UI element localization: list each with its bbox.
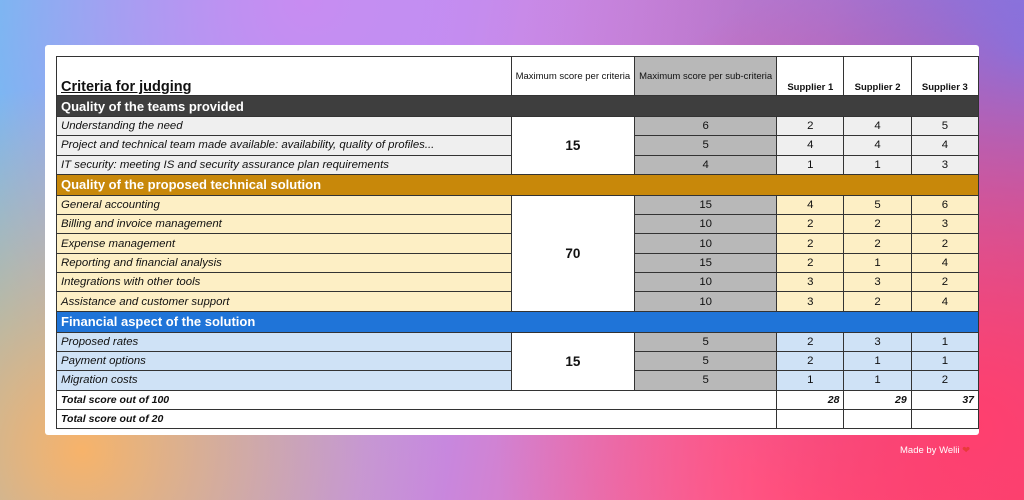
supplier3-total-20 (910, 408, 980, 430)
supplier3-score: 2 (910, 272, 980, 293)
supplier3-score: 3 (910, 214, 980, 235)
supplier2-score: 1 (843, 252, 912, 274)
supplier2-header: Supplier 2 (843, 56, 912, 96)
section-title: Quality of the proposed technical soluti… (56, 173, 979, 196)
supplier1-score: 1 (776, 154, 845, 175)
made-by-credit: Made by Welii ❤ (900, 445, 970, 456)
supplier2-score: 2 (843, 233, 912, 254)
supplier3-score: 4 (910, 135, 980, 156)
supplier3-total: 37 (910, 389, 980, 410)
supplier2-score: 4 (843, 135, 912, 156)
max-sub-value: 4 (634, 154, 778, 175)
max-criteria-header: Maximum score per criteria (510, 56, 636, 96)
supplier2-score: 4 (843, 115, 912, 137)
credit-text: Made by Welii (900, 445, 960, 456)
max-sub-value: 15 (634, 252, 778, 274)
criterion-label: Billing and invoice management (56, 214, 512, 235)
supplier2-score: 1 (843, 350, 912, 372)
supplier1-total-20 (776, 408, 845, 430)
supplier1-score: 3 (776, 291, 845, 312)
supplier3-score: 5 (910, 115, 980, 137)
supplier2-score: 3 (843, 331, 912, 352)
supplier3-header: Supplier 3 (910, 56, 980, 96)
supplier2-total: 29 (843, 389, 912, 410)
max-criteria-value: 15 (510, 331, 636, 391)
supplier3-score: 3 (910, 154, 980, 175)
supplier1-score: 4 (776, 194, 845, 216)
supplier2-score: 3 (843, 272, 912, 293)
supplier1-score: 1 (776, 370, 845, 391)
supplier2-score: 2 (843, 214, 912, 235)
max-sub-value: 5 (634, 331, 778, 352)
supplier1-score: 2 (776, 115, 845, 137)
supplier1-score: 3 (776, 272, 845, 293)
max-criteria-value: 70 (510, 194, 636, 312)
max-sub-value: 10 (634, 291, 778, 312)
section-title: Quality of the teams provided (56, 95, 979, 117)
section-header-teams: Quality of the teams provided (56, 95, 979, 117)
max-sub-value: 5 (634, 135, 778, 156)
total-20-row: Total score out of 20 (55, 408, 980, 430)
supplier2-total-20 (843, 408, 912, 430)
table-row: General accounting 70 15 4 5 6 (56, 194, 980, 312)
supplier3-score: 6 (910, 194, 980, 216)
max-sub-value: 15 (634, 194, 778, 216)
max-sub-header: Maximum score per sub-criteria (634, 56, 778, 96)
criterion-label: Proposed rates (56, 331, 512, 352)
table-row: Understanding the need 15 6 2 4 5 (56, 115, 980, 175)
criterion-label: Expense management (56, 233, 512, 254)
supplier2-score: 1 (843, 370, 912, 391)
supplier2-score: 5 (843, 194, 912, 216)
supplier2-score: 1 (843, 154, 912, 175)
section-header-financial: Financial aspect of the solution (56, 310, 979, 333)
supplier3-score: 2 (910, 233, 980, 254)
criterion-label: Migration costs (56, 370, 512, 391)
supplier1-score: 2 (776, 350, 845, 372)
criteria-table: Criteria for judging Maximum score per c… (55, 56, 980, 430)
max-sub-value: 5 (634, 350, 778, 372)
max-sub-value: 10 (634, 214, 778, 235)
criterion-label: Integrations with other tools (56, 272, 512, 293)
criterion-label: Payment options (56, 350, 512, 372)
criterion-label: General accounting (56, 194, 512, 216)
spreadsheet: Criteria for judging Maximum score per c… (55, 56, 980, 430)
total-100-row: Total score out of 100 28 29 37 (55, 389, 980, 410)
header-row: Criteria for judging Maximum score per c… (56, 56, 980, 96)
max-sub-value: 10 (634, 233, 778, 254)
criterion-label: Assistance and customer support (56, 291, 512, 312)
supplier1-header: Supplier 1 (776, 56, 845, 96)
supplier3-score: 1 (910, 331, 980, 352)
supplier1-score: 2 (776, 331, 845, 352)
criterion-label: Project and technical team made availabl… (56, 135, 512, 156)
criterion-label: IT security: meeting IS and security ass… (56, 154, 512, 175)
max-sub-value: 10 (634, 272, 778, 293)
criterion-label: Reporting and financial analysis (56, 252, 512, 274)
table-title: Criteria for judging (56, 56, 512, 96)
supplier1-score: 2 (776, 214, 845, 235)
section-title: Financial aspect of the solution (56, 310, 979, 333)
criterion-label: Understanding the need (56, 115, 512, 137)
supplier1-score: 2 (776, 252, 845, 274)
max-sub-value: 6 (634, 115, 778, 137)
supplier3-score: 4 (910, 252, 980, 274)
heart-icon: ❤ (962, 445, 971, 456)
supplier3-score: 2 (910, 370, 980, 391)
max-sub-value: 5 (634, 370, 778, 391)
supplier3-score: 1 (910, 350, 980, 372)
supplier3-score: 4 (910, 291, 980, 312)
supplier1-total: 28 (776, 389, 845, 410)
table-row: Proposed rates 15 5 2 3 1 (56, 331, 980, 391)
supplier2-score: 2 (843, 291, 912, 312)
supplier1-score: 2 (776, 233, 845, 254)
total-20-label: Total score out of 20 (55, 408, 778, 430)
score-sheet-card: Criteria for judging Maximum score per c… (45, 45, 980, 435)
section-header-technical: Quality of the proposed technical soluti… (56, 173, 979, 196)
max-criteria-value: 15 (510, 116, 636, 175)
supplier1-score: 4 (776, 135, 845, 156)
total-100-label: Total score out of 100 (55, 389, 778, 410)
